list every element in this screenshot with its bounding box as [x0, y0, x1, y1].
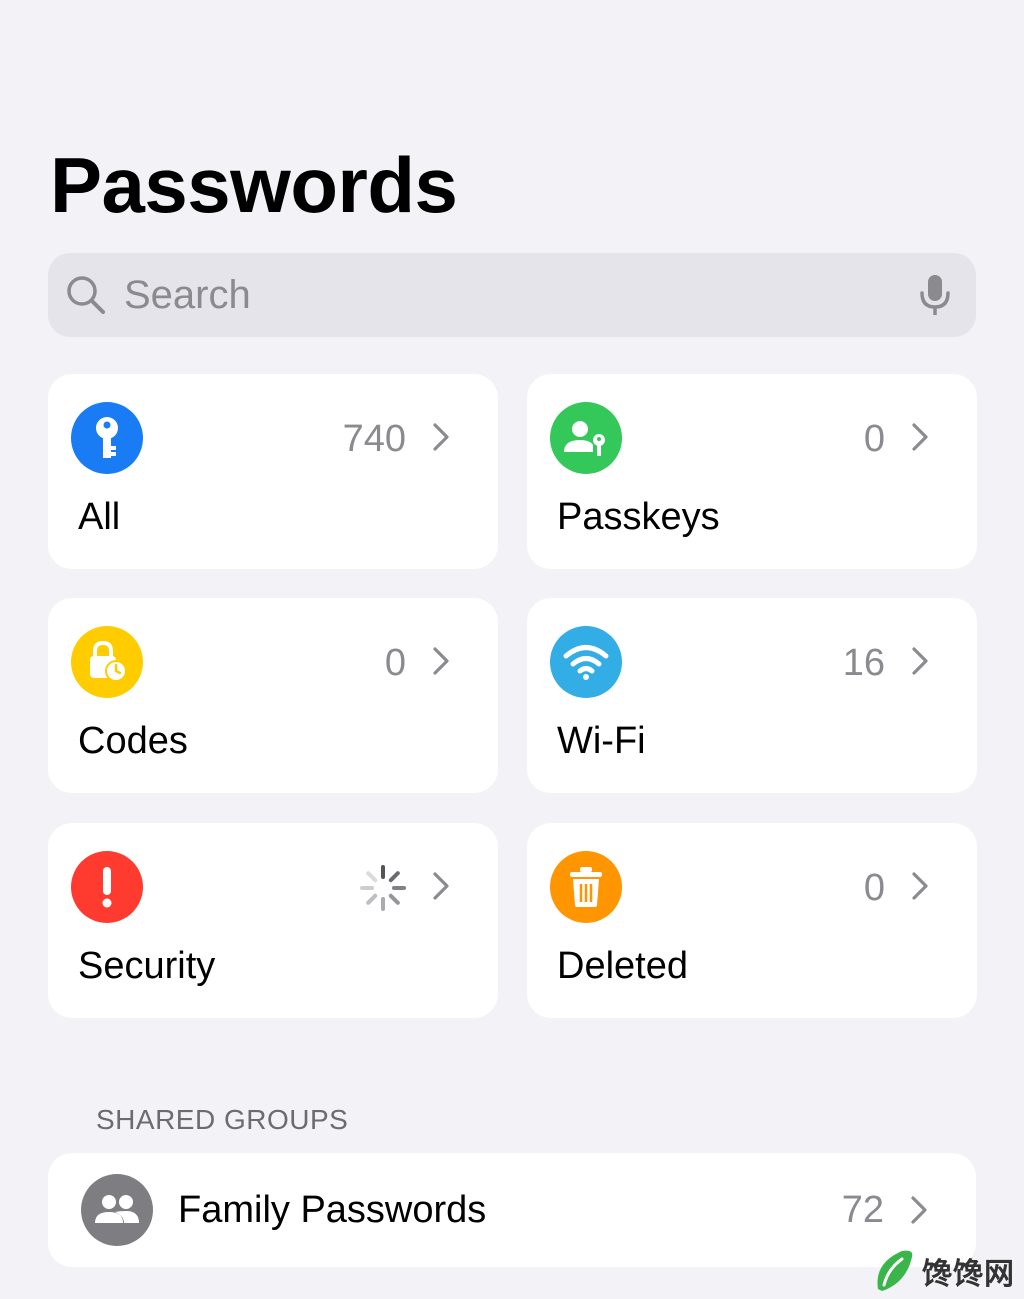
group-count: 72 [841, 1189, 884, 1231]
chevron-right-icon [912, 423, 928, 451]
category-count: 16 [842, 642, 885, 684]
category-card-wifi[interactable]: 16 Wi-Fi [527, 598, 977, 793]
category-card-all[interactable]: 740 All [48, 374, 498, 569]
category-count: 0 [384, 642, 406, 684]
key-icon-badge [71, 402, 143, 474]
category-label: All [78, 496, 121, 538]
category-label: Passkeys [557, 496, 720, 538]
key-icon [96, 417, 118, 458]
page-title: Passwords [50, 141, 458, 229]
people-icon [95, 1195, 139, 1223]
category-card-codes[interactable]: 0 Codes [48, 598, 498, 793]
watermark: 馋馋网 [872, 1245, 1020, 1297]
search-input[interactable]: Search [124, 273, 918, 318]
person-key-icon-badge [550, 402, 622, 474]
category-card-security[interactable]: Security [48, 823, 498, 1018]
category-label: Security [78, 945, 216, 987]
search-field[interactable]: Search [48, 253, 976, 337]
chevron-right-icon [433, 872, 449, 900]
watermark-text: 馋馋网 [922, 1258, 1015, 1291]
category-label: Deleted [557, 945, 688, 987]
group-name: Family Passwords [178, 1189, 487, 1231]
shared-group-row[interactable]: Family Passwords 72 [48, 1153, 976, 1267]
people-icon-badge [81, 1174, 153, 1246]
category-count: 0 [863, 418, 885, 460]
trash-icon-badge [550, 851, 622, 923]
loading-spinner-icon [360, 865, 406, 911]
section-header-shared-groups: SHARED GROUPS [96, 1104, 349, 1135]
chevron-right-icon [912, 872, 928, 900]
category-count: 740 [342, 418, 406, 460]
person-key-icon [564, 421, 605, 456]
category-count: 0 [863, 867, 885, 909]
leaf-logo-icon [877, 1250, 913, 1291]
microphone-icon[interactable] [918, 273, 952, 317]
category-label: Codes [78, 720, 188, 762]
category-card-deleted[interactable]: 0 Deleted [527, 823, 977, 1018]
category-label: Wi-Fi [557, 720, 646, 762]
wifi-icon [563, 645, 609, 680]
lock-clock-icon [90, 640, 127, 682]
chevron-right-icon [433, 423, 449, 451]
wifi-icon-badge [550, 626, 622, 698]
chevron-right-icon [911, 1196, 927, 1224]
trash-icon [570, 867, 602, 907]
exclamation-icon-badge [71, 851, 143, 923]
category-card-passkeys[interactable]: 0 Passkeys [527, 374, 977, 569]
exclamation-icon [102, 867, 112, 908]
chevron-right-icon [433, 647, 449, 675]
chevron-right-icon [912, 647, 928, 675]
lock-clock-icon-badge [71, 626, 143, 698]
search-icon [67, 276, 105, 314]
